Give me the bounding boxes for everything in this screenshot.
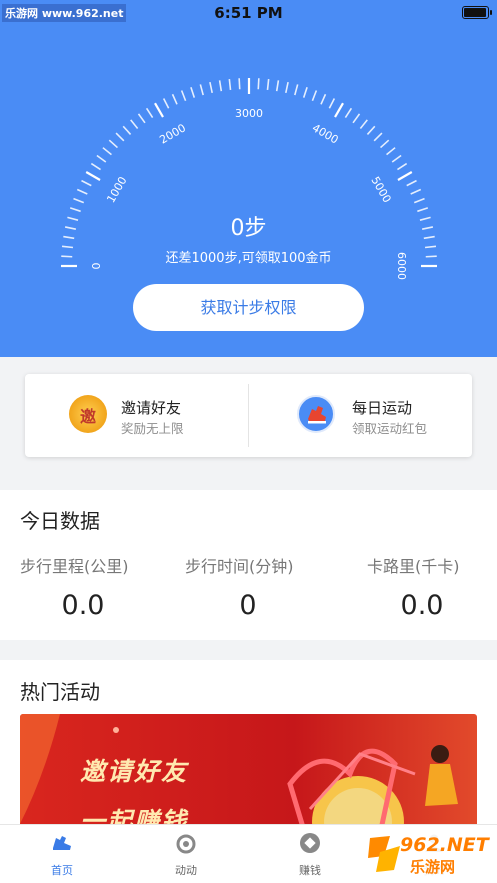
gauge-tick-label: 1000 [104, 174, 129, 205]
gauge-minor-tick [199, 84, 204, 96]
gauge-minor-tick [366, 125, 376, 135]
tab-earn-label: 赚钱 [299, 864, 321, 877]
gauge-minor-tick [190, 86, 196, 98]
gauge-minor-tick [130, 119, 139, 129]
tab-earn[interactable]: 赚钱 [248, 825, 372, 883]
tab-home-label: 首页 [51, 864, 73, 877]
gauge-tick-label: 5000 [368, 174, 393, 205]
gauge-tick-label: 2000 [157, 121, 188, 146]
daily-exercise-title: 每日运动 [352, 399, 413, 417]
tab-activity-label: 动动 [175, 864, 197, 877]
shoe-icon [53, 836, 71, 850]
shortcut-card: 邀 邀请好友 奖励无上限 每日运动 领取运动红包 [25, 374, 472, 457]
gauge-minor-tick [162, 98, 170, 109]
gauge-major-tick [334, 102, 344, 118]
gauge-minor-tick [344, 107, 353, 118]
gauge-minor-tick [90, 162, 101, 171]
stat-label-time: 步行时间(分钟) [185, 557, 294, 576]
watermark-logo-text: 962.NET [400, 834, 489, 856]
invite-friends-item[interactable]: 邀 邀请好友 奖励无上限 [25, 374, 248, 457]
gauge-minor-tick [81, 179, 92, 187]
gauge-minor-tick [406, 179, 417, 187]
gauge-minor-tick [275, 80, 280, 92]
gauge-minor-tick [294, 84, 299, 96]
tab-home[interactable]: 首页 [0, 825, 124, 883]
gauge-major-tick [154, 102, 164, 118]
gauge-minor-tick [76, 188, 88, 195]
stat-label-calories: 卡路里(千卡) [367, 557, 460, 576]
invite-friends-title: 邀请好友 [121, 399, 182, 417]
gauge-minor-tick [115, 132, 125, 142]
gauge-major-tick [397, 171, 413, 181]
gauge-minor-tick [311, 90, 318, 102]
gauge-tick-label: 3000 [235, 107, 263, 120]
banner-line-1: 邀请好友 [80, 757, 189, 786]
gauge-minor-tick [320, 93, 327, 105]
gauge-minor-tick [180, 90, 187, 102]
gauge-minor-tick [122, 125, 132, 135]
daily-exercise-item[interactable]: 每日运动 领取运动红包 [249, 374, 472, 457]
gauge-minor-tick [171, 93, 178, 105]
gauge-minor-tick [380, 139, 390, 149]
gauge-minor-tick [386, 147, 396, 156]
step-count: 0步 [230, 216, 267, 241]
gauge-minor-tick [285, 81, 289, 94]
tab-activity[interactable]: 动动 [124, 825, 248, 883]
gauge-minor-tick [137, 113, 146, 124]
gauge-minor-tick [96, 154, 107, 163]
gauge-minor-tick [373, 132, 383, 142]
watermark-logo: 962.NET 乐游网 [360, 826, 494, 880]
coin-icon [300, 833, 320, 853]
stat-value-calories: 0.0 [400, 590, 444, 621]
hot-activities-title: 热门活动 [20, 680, 100, 704]
gauge-minor-tick [410, 188, 422, 195]
gauge-minor-tick [257, 78, 260, 90]
gauge-minor-tick [352, 113, 361, 124]
gauge-minor-tick [413, 197, 425, 204]
gauge-tick-label: 4000 [310, 121, 341, 146]
invite-badge-icon: 邀 [69, 395, 107, 433]
get-step-permission-button[interactable]: 获取计步权限 [133, 284, 364, 331]
gauge-minor-tick [302, 86, 308, 98]
activity-icon [176, 834, 196, 854]
gauge-major-tick [85, 171, 101, 181]
gauge-minor-tick [238, 78, 241, 90]
gauge-minor-tick [391, 154, 402, 163]
watermark-site-text: 乐游网 [410, 858, 456, 876]
gauge-minor-tick [397, 162, 408, 171]
gauge-minor-tick [218, 80, 223, 92]
gauge-minor-tick [266, 78, 270, 91]
step-goal-text: 还差1000步,可领取100金币 [165, 251, 332, 266]
gauge-minor-tick [73, 197, 85, 204]
gauge-minor-tick [145, 107, 154, 118]
stat-value-distance: 0.0 [61, 590, 105, 621]
gauge-minor-tick [102, 147, 112, 156]
gauge-minor-tick [228, 78, 232, 91]
invite-friends-subtitle: 奖励无上限 [121, 421, 184, 436]
gauge-minor-tick [108, 139, 118, 149]
invite-badge-char: 邀 [79, 407, 96, 426]
gauge-minor-tick [209, 81, 213, 94]
stat-value-time: 0 [239, 590, 257, 621]
invite-banner[interactable]: 邀请好友 一起赚钱 [20, 714, 477, 834]
gauge-minor-tick [359, 119, 368, 129]
gauge-minor-tick [328, 98, 336, 109]
stat-label-distance: 步行里程(公里) [20, 557, 129, 576]
daily-exercise-subtitle: 领取运动红包 [352, 421, 428, 436]
today-data-title: 今日数据 [20, 509, 100, 533]
running-shoe-icon [297, 395, 335, 433]
